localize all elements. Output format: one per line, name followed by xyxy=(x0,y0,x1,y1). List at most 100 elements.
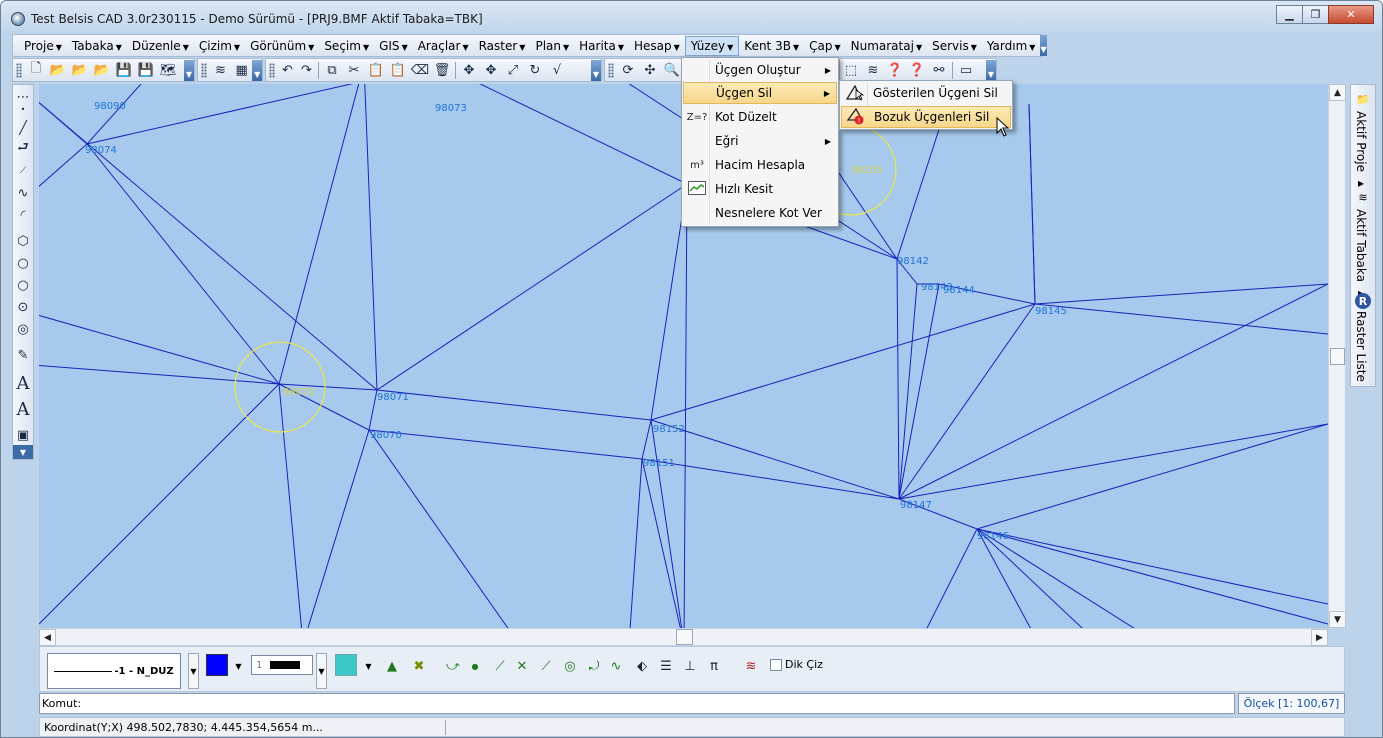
open-folder-icon[interactable]: 📂 xyxy=(48,60,68,80)
circle-3pt-icon[interactable]: ○ xyxy=(13,275,33,295)
menu-hesap[interactable]: Hesap ▼ xyxy=(629,36,685,56)
layer-manager-icon[interactable]: ▦ xyxy=(232,60,251,80)
snap-perpendicular-icon[interactable]: ⊥ xyxy=(681,657,699,675)
menu-servis[interactable]: Servis ▼ xyxy=(927,36,982,56)
menu-tabaka[interactable]: Tabaka ▼ xyxy=(67,36,127,56)
zoom-icon[interactable]: 🔍 xyxy=(662,60,682,80)
menu-gorunum[interactable]: Görünüm ▼ xyxy=(245,36,319,56)
close-button[interactable]: ✕ xyxy=(1328,5,1374,24)
copy-icon[interactable]: ⧉ xyxy=(322,60,342,80)
measure-icon[interactable]: ▭ xyxy=(956,60,976,80)
layers-icon[interactable]: ≋ xyxy=(211,60,230,80)
offset-line-icon[interactable]: ⟋ xyxy=(13,161,33,181)
snap-off-icon[interactable]: ✖ xyxy=(410,657,428,675)
toolbar-overflow-chevron-icon[interactable]: ▼ xyxy=(13,445,33,459)
toolbar-grip-handle[interactable] xyxy=(201,62,207,78)
binoculars-icon[interactable]: ⚯ xyxy=(929,60,949,80)
polyline-icon[interactable]: ⮐ xyxy=(13,139,33,159)
fill-color-swatch[interactable] xyxy=(335,654,357,676)
menu-item-nesnelere-kot-ver[interactable]: Nesnelere Kot Ver xyxy=(683,202,837,224)
snap-midpoint-icon[interactable]: ⟋ xyxy=(491,657,509,675)
menu-item-ucgen-olustur[interactable]: Üçgen Oluştur ▶ xyxy=(683,59,837,81)
point-icon[interactable]: • xyxy=(13,99,33,119)
menu-cizim[interactable]: Çizim ▼ xyxy=(194,36,245,56)
open-add-icon[interactable]: 📂 xyxy=(92,60,112,80)
menu-numarataj[interactable]: Numarataj ▼ xyxy=(846,36,927,56)
undo-icon[interactable]: ↶ xyxy=(279,60,296,80)
new-file-icon[interactable]: 🗋 xyxy=(26,60,46,80)
text-icon[interactable]: A xyxy=(13,373,33,394)
check-icon[interactable]: √ xyxy=(547,60,567,80)
toolbar-overflow-chevron-icon[interactable]: ▼ xyxy=(986,59,996,81)
dik-ciz-checkbox[interactable] xyxy=(770,659,782,671)
scale-indicator[interactable]: Ölçek [1: 100,67] xyxy=(1238,693,1345,714)
toolbar-overflow-chevron-icon[interactable]: ▼ xyxy=(184,59,194,81)
save-icon[interactable]: 💾 xyxy=(114,60,134,80)
text-style-icon[interactable]: A xyxy=(13,399,33,420)
snap-parallel-icon[interactable]: ☰ xyxy=(657,657,675,675)
circle-icon[interactable]: ○ xyxy=(13,253,33,273)
toolbar-grip-handle[interactable] xyxy=(608,62,614,78)
menubar-overflow-chevron-icon[interactable]: ▼ xyxy=(1040,35,1047,56)
arc-icon[interactable]: ◜ xyxy=(13,205,33,225)
spline-icon[interactable]: ∿ xyxy=(13,183,33,203)
scroll-left-icon[interactable]: ◀ xyxy=(39,629,56,646)
menu-raster[interactable]: Raster ▼ xyxy=(474,36,531,56)
minimize-button[interactable]: ▁ xyxy=(1276,5,1303,24)
menu-yardim[interactable]: Yardım ▼ xyxy=(982,36,1041,56)
color-dropdown-icon[interactable]: ▼ xyxy=(233,660,244,672)
toolbar-grip-handle[interactable] xyxy=(269,62,275,78)
menu-duzenle[interactable]: Düzenle ▼ xyxy=(127,36,194,56)
menu-item-ucgen-sil[interactable]: Üçgen Sil ▶ xyxy=(683,82,837,104)
google-map-icon[interactable]: 🗺 xyxy=(158,60,178,80)
menu-item-hacim-hesapla[interactable]: m³ Hacim Hesapla xyxy=(683,154,837,176)
horizontal-scrollbar[interactable]: ◀ ▶ xyxy=(39,628,1328,646)
menu-gis[interactable]: GIS ▼ xyxy=(374,36,413,56)
menu-kent3b[interactable]: Kent 3B ▼ xyxy=(739,36,804,56)
tab-raster-liste[interactable]: Raster Liste xyxy=(1354,311,1368,382)
command-input[interactable]: Komut: xyxy=(39,693,1235,714)
snap-curve-icon[interactable]: ∿ xyxy=(607,657,625,675)
line-color-swatch[interactable] xyxy=(206,654,228,676)
menu-harita[interactable]: Harita ▼ xyxy=(574,36,629,56)
cut-icon[interactable]: ✂ xyxy=(344,60,364,80)
snap-center-icon[interactable]: ◎ xyxy=(561,657,579,675)
refresh-view-icon[interactable]: ⟳ xyxy=(618,60,638,80)
select-window-icon[interactable]: ⬚ xyxy=(841,60,861,80)
tab-aktif-proje[interactable]: Aktif Proje ▸ xyxy=(1354,111,1368,190)
toolbar-grip-handle[interactable] xyxy=(16,62,22,78)
layer-select-icon[interactable]: ≋ xyxy=(863,60,883,80)
scroll-down-icon[interactable]: ▼ xyxy=(1329,611,1346,628)
rotate-icon[interactable]: ↻ xyxy=(525,60,545,80)
tab-aktif-tabaka[interactable]: Aktif Tabaka ▸ xyxy=(1354,209,1368,300)
menu-araclar[interactable]: Araçlar ▼ xyxy=(413,36,474,56)
menu-item-gosterilen-ucgeni-sil[interactable]: Gösterilen Üçgeni Sil xyxy=(841,82,1011,104)
menu-secim[interactable]: Seçim ▼ xyxy=(319,36,374,56)
save-as-icon[interactable]: 💾 xyxy=(136,60,156,80)
vertical-scroll-thumb[interactable] xyxy=(1330,348,1345,365)
measure-pen-icon[interactable]: ✎ xyxy=(13,345,33,365)
menu-plan[interactable]: Plan ▼ xyxy=(530,36,574,56)
paste-special-icon[interactable]: 📋 xyxy=(388,60,408,80)
menu-cap[interactable]: Çap ▼ xyxy=(804,36,846,56)
linetype-dropdown-icon[interactable]: ▼ xyxy=(188,653,199,689)
ellipse-icon[interactable]: ◎ xyxy=(13,319,33,339)
horizontal-scroll-thumb[interactable] xyxy=(676,629,693,645)
copy-move-icon[interactable]: ✥ xyxy=(481,60,501,80)
menu-item-hizli-kesit[interactable]: Hızlı Kesit xyxy=(683,178,837,200)
snap-nearest-icon[interactable]: ⟋ xyxy=(537,657,555,675)
move-icon[interactable]: ✥ xyxy=(459,60,479,80)
scroll-right-icon[interactable]: ▶ xyxy=(1311,629,1328,646)
raise-icon[interactable]: ▲ xyxy=(383,657,401,675)
fill-dropdown-icon[interactable]: ▼ xyxy=(363,660,374,672)
redo-icon[interactable]: ↷ xyxy=(298,60,315,80)
pan-icon[interactable]: ✣ xyxy=(640,60,660,80)
snap-arc-icon[interactable]: ⤾ xyxy=(585,657,603,675)
menu-item-egri[interactable]: Eğri ▶ xyxy=(683,130,837,152)
line-icon[interactable]: ╱ xyxy=(13,118,33,138)
snap-point-icon[interactable]: ● xyxy=(466,657,484,675)
toolbar-overflow-chevron-icon[interactable]: ▼ xyxy=(591,59,601,81)
eraser-icon[interactable]: ⌫ xyxy=(410,60,430,80)
lineweight-dropdown-icon[interactable]: ▼ xyxy=(316,653,327,689)
menu-yuzey[interactable]: Yüzey ▼ xyxy=(684,35,740,56)
